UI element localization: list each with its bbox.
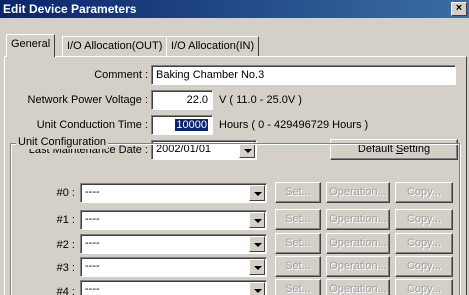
copy-button-3[interactable]: Copy...: [395, 256, 453, 277]
operation-button-4[interactable]: Operation...: [326, 279, 390, 295]
unit-select-3[interactable]: ----: [80, 257, 267, 277]
tab-io-allocation-in[interactable]: I/O Allocation(IN): [166, 36, 260, 56]
copy-button-0[interactable]: Copy...: [395, 182, 453, 203]
tab-general[interactable]: General: [6, 34, 56, 57]
copy-button-2[interactable]: Copy...: [395, 233, 453, 254]
set-button-4[interactable]: Set...: [275, 279, 321, 295]
title-bar: Edit Device Parameters ×: [0, 0, 469, 18]
network-power-voltage-field[interactable]: 22.0: [151, 90, 213, 110]
copy-button-4[interactable]: Copy...: [395, 279, 453, 295]
unit-select-0[interactable]: ----: [80, 183, 267, 203]
unit-configuration-label: Unit Configuration: [16, 136, 109, 149]
unit-select-4[interactable]: ----: [80, 280, 267, 295]
comment-field[interactable]: Baking Chamber No.3: [151, 65, 456, 85]
comment-label: Comment :: [94, 69, 148, 81]
unit-select-1[interactable]: ----: [80, 210, 267, 230]
conduction-range-label: Hours ( 0 - 429496729 Hours ): [219, 119, 369, 131]
set-button-1[interactable]: Set...: [275, 209, 321, 230]
voltage-range-label: V ( 11.0 - 25.0V ): [219, 94, 302, 106]
set-button-3[interactable]: Set...: [275, 256, 321, 277]
window-title: Edit Device Parameters: [3, 2, 137, 16]
chevron-down-icon[interactable]: [249, 185, 265, 201]
network-power-voltage-label: Network Power Voltage :: [27, 94, 148, 106]
unit-row-label-1: #1 :: [56, 214, 75, 226]
chevron-down-icon[interactable]: [249, 212, 265, 228]
unit-row-label-3: #3 :: [56, 262, 75, 274]
conduction-selected-text: 10000: [175, 119, 208, 131]
unit-row-label-2: #2 :: [56, 239, 75, 251]
unit-row-label-4: #4 :: [56, 286, 75, 295]
close-button[interactable]: ×: [451, 2, 467, 16]
operation-button-2[interactable]: Operation...: [326, 233, 390, 254]
chevron-down-icon[interactable]: [249, 236, 265, 252]
unit-conduction-time-label: Unit Conduction Time :: [36, 119, 148, 131]
operation-button-1[interactable]: Operation...: [326, 209, 390, 230]
unit-conduction-time-field[interactable]: 10000: [151, 115, 213, 135]
set-button-2[interactable]: Set...: [275, 233, 321, 254]
tab-io-allocation-out[interactable]: I/O Allocation(OUT): [62, 36, 168, 56]
unit-row-label-0: #0 :: [56, 187, 75, 199]
chevron-down-icon[interactable]: [249, 259, 265, 275]
operation-button-0[interactable]: Operation...: [326, 182, 390, 203]
chevron-down-icon[interactable]: [249, 282, 265, 295]
operation-button-3[interactable]: Operation...: [326, 256, 390, 277]
unit-select-2[interactable]: ----: [80, 234, 267, 254]
set-button-0[interactable]: Set...: [275, 182, 321, 203]
copy-button-1[interactable]: Copy...: [395, 209, 453, 230]
